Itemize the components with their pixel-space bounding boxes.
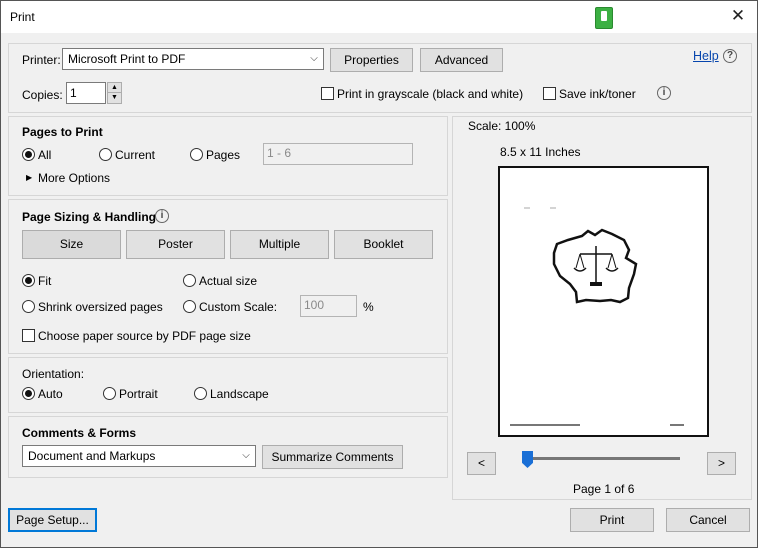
pages-range-radio[interactable] — [190, 148, 203, 161]
page-slider-track[interactable] — [523, 457, 680, 460]
pages-all-label[interactable]: All — [38, 148, 51, 162]
pages-current-radio[interactable] — [99, 148, 112, 161]
copies-input[interactable]: 1 — [66, 82, 106, 104]
printer-select[interactable]: Microsoft Print to PDF ⌵ — [62, 48, 324, 70]
multiple-button[interactable]: Multiple — [230, 230, 329, 259]
copies-label: Copies: — [22, 88, 63, 102]
orientation-title: Orientation: — [22, 367, 85, 381]
more-options-arrow-icon[interactable]: ▶ — [26, 173, 32, 182]
stepper-up-icon[interactable]: ▲ — [108, 83, 121, 93]
custom-scale-input[interactable]: 100 — [300, 295, 357, 317]
orientation-landscape-radio[interactable] — [194, 387, 207, 400]
actual-size-radio[interactable] — [183, 274, 196, 287]
pages-to-print-title: Pages to Print — [22, 125, 103, 139]
orientation-auto-radio[interactable] — [22, 387, 35, 400]
percent-label: % — [363, 300, 374, 314]
copies-value: 1 — [70, 86, 77, 100]
actual-size-label[interactable]: Actual size — [199, 274, 257, 288]
comments-select[interactable]: Document and Markups ⌵ — [22, 445, 256, 467]
grayscale-label[interactable]: Print in grayscale (black and white) — [337, 87, 523, 101]
properties-button[interactable]: Properties — [330, 48, 413, 72]
window-title: Print — [10, 10, 35, 24]
choose-paper-checkbox[interactable] — [22, 329, 35, 342]
title-bar: Print ✕ — [1, 1, 757, 33]
sizing-info-icon[interactable]: i — [155, 209, 169, 223]
close-button[interactable]: ✕ — [727, 5, 749, 27]
orientation-portrait-label[interactable]: Portrait — [119, 387, 158, 401]
shrink-label[interactable]: Shrink oversized pages — [38, 300, 163, 314]
preview-scale: Scale: 100% — [468, 119, 536, 133]
summarize-comments-button[interactable]: Summarize Comments — [262, 445, 403, 469]
poster-button[interactable]: Poster — [126, 230, 225, 259]
page-setup-button[interactable]: Page Setup... — [8, 508, 97, 532]
custom-scale-label[interactable]: Custom Scale: — [199, 300, 277, 314]
pages-range-label[interactable]: Pages — [206, 148, 240, 162]
next-page-button[interactable]: > — [707, 452, 736, 475]
orientation-auto-label[interactable]: Auto — [38, 387, 63, 401]
shrink-radio[interactable] — [22, 300, 35, 313]
printer-label: Printer: — [22, 53, 61, 67]
chevron-down-icon: ⌵ — [242, 450, 250, 461]
orientation-panel — [8, 357, 448, 413]
chevron-down-icon: ⌵ — [310, 53, 318, 64]
comments-forms-title: Comments & Forms — [22, 426, 137, 440]
stepper-down-icon[interactable]: ▼ — [108, 93, 121, 103]
grayscale-checkbox[interactable] — [321, 87, 334, 100]
cancel-button[interactable]: Cancel — [666, 508, 750, 532]
orientation-landscape-label[interactable]: Landscape — [210, 387, 269, 401]
pages-current-label[interactable]: Current — [115, 148, 155, 162]
choose-paper-label[interactable]: Choose paper source by PDF page size — [38, 329, 251, 343]
info-icon[interactable]: i — [657, 86, 671, 100]
acrobat-icon — [595, 7, 613, 29]
page-preview — [498, 166, 709, 437]
printer-select-value: Microsoft Print to PDF — [68, 52, 186, 66]
prev-page-button[interactable]: < — [467, 452, 496, 475]
help-question-icon[interactable]: ? — [723, 49, 737, 63]
page-sizing-title: Page Sizing & Handling — [22, 210, 157, 224]
more-options-toggle[interactable]: More Options — [38, 171, 110, 185]
fit-radio[interactable] — [22, 274, 35, 287]
print-dialog: Print ✕ Printer: Microsoft Print to PDF … — [0, 0, 758, 548]
booklet-button[interactable]: Booklet — [334, 230, 433, 259]
custom-scale-radio[interactable] — [183, 300, 196, 313]
save-ink-label[interactable]: Save ink/toner — [559, 87, 636, 101]
copies-stepper[interactable]: ▲ ▼ — [107, 82, 122, 104]
print-button[interactable]: Print — [570, 508, 654, 532]
save-ink-checkbox[interactable] — [543, 87, 556, 100]
preview-paper-size: 8.5 x 11 Inches — [500, 145, 581, 159]
orientation-portrait-radio[interactable] — [103, 387, 116, 400]
wisconsin-justice-scale-image — [510, 207, 684, 426]
comments-select-value: Document and Markups — [28, 449, 156, 463]
advanced-button[interactable]: Advanced — [420, 48, 503, 72]
help-link[interactable]: Help — [693, 49, 719, 63]
pages-all-radio[interactable] — [22, 148, 35, 161]
page-indicator: Page 1 of 6 — [573, 482, 635, 496]
size-button[interactable]: Size — [22, 230, 121, 259]
fit-label[interactable]: Fit — [38, 274, 51, 288]
pages-range-input[interactable]: 1 - 6 — [263, 143, 413, 165]
